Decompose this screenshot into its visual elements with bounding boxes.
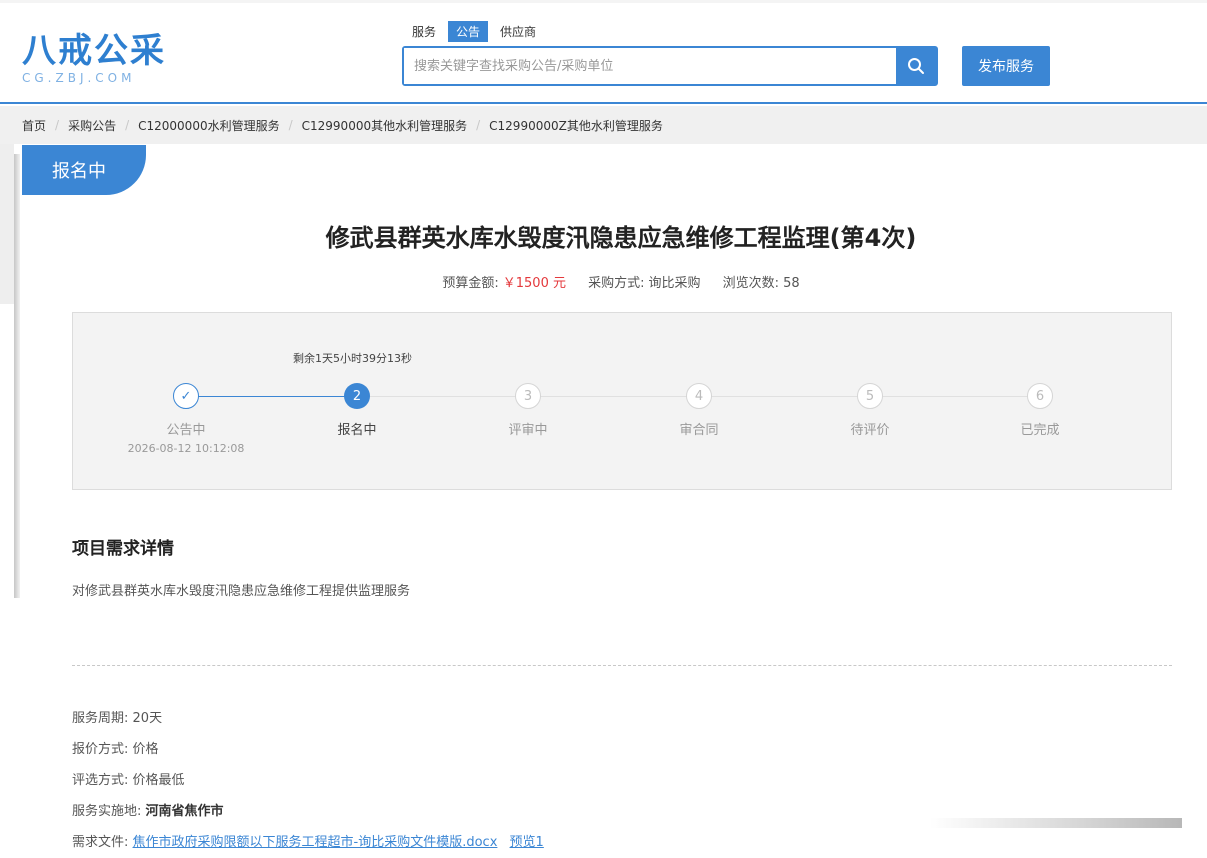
info-value: 价格最低: [132, 773, 185, 788]
quote-method: 报价方式: 价格: [72, 738, 159, 757]
method-label: 采购方式:: [588, 276, 645, 291]
step-label: 待评价: [850, 423, 890, 438]
step-number: 6: [1027, 383, 1053, 409]
site-logo[interactable]: 八戒公采 CG.ZBJ.COM: [22, 33, 166, 85]
breadcrumb-separator: /: [288, 118, 293, 132]
step-completed: 6 已完成: [980, 383, 1100, 438]
views-value: 58: [783, 276, 800, 291]
breadcrumb: 首页 / 采购公告 / C12000000水利管理服务 / C12990000其…: [0, 106, 1207, 144]
search-box: [402, 46, 938, 86]
step-announcement: ✓ 公告中 2026-08-12 10:12:08: [126, 383, 246, 455]
logo-subtext: CG.ZBJ.COM: [22, 71, 136, 85]
views-label: 浏览次数:: [722, 276, 780, 291]
info-label: 服务实施地:: [72, 804, 142, 819]
step-review: 3 评审中: [468, 383, 588, 438]
info-label: 服务周期:: [72, 711, 129, 726]
step-label: 评审中: [508, 423, 548, 438]
info-value: 河南省焦作市: [145, 804, 224, 819]
info-value: 20天: [132, 711, 163, 726]
breadcrumb-category-1[interactable]: C12000000水利管理服务: [138, 117, 279, 134]
service-period: 服务周期: 20天: [72, 707, 162, 726]
breadcrumb-home[interactable]: 首页: [22, 117, 46, 134]
step-evaluation: 5 待评价: [810, 383, 930, 438]
site-header: 八戒公采 CG.ZBJ.COM 服务 公告 供应商 发布服务: [0, 0, 1207, 104]
divider: [72, 665, 1172, 666]
procurement-method: 采购方式: 询比采购: [588, 276, 700, 291]
breadcrumb-separator: /: [55, 118, 60, 132]
selection-method: 评选方式: 价格最低: [72, 769, 185, 788]
progress-panel: 剩余1天5小时39分13秒 ✓ 公告中 2026-08-12 10:12:08 …: [72, 312, 1172, 490]
service-location: 服务实施地: 河南省焦作市: [72, 800, 224, 819]
view-count: 浏览次数: 58: [723, 276, 800, 291]
project-description: 对修武县群英水库水毁度汛隐患应急维修工程提供监理服务: [72, 584, 411, 599]
step-done-icon: ✓: [173, 383, 199, 409]
search-icon: [908, 58, 924, 74]
step-number: 3: [515, 383, 541, 409]
countdown-text: 剩余1天5小时39分13秒: [293, 352, 412, 365]
breadcrumb-separator: /: [476, 118, 481, 132]
tab-announcement[interactable]: 公告: [448, 21, 489, 42]
info-value: 价格: [132, 742, 159, 757]
budget-label: 预算金额:: [442, 276, 499, 291]
page-title: 修武县群英水库水毁度汛隐患应急维修工程监理(第4次): [325, 224, 917, 252]
section-title: 项目需求详情: [72, 539, 174, 559]
tab-supplier[interactable]: 供应商: [492, 21, 544, 42]
step-label: 审合同: [679, 423, 719, 438]
search-tabs: 服务 公告 供应商: [404, 21, 548, 42]
search-button[interactable]: [896, 48, 936, 84]
breadcrumb-category-2[interactable]: C12990000其他水利管理服务: [302, 117, 467, 134]
step-number: 5: [857, 383, 883, 409]
budget: 预算金额: ￥1500 元: [442, 276, 566, 291]
step-label: 公告中: [166, 423, 206, 438]
requirement-file: 需求文件: 焦作市政府采购限额以下服务工程超市-询比采购文件模版.docx 预览…: [72, 831, 544, 850]
step-number: 2: [344, 383, 370, 409]
step-date: 2026-08-12 10:12:08: [127, 442, 245, 455]
status-badge: 报名中: [22, 145, 146, 195]
tab-service[interactable]: 服务: [404, 21, 444, 42]
logo-text: 八戒公采: [22, 31, 166, 71]
bottom-artifact: [930, 818, 1182, 828]
breadcrumb-announcements[interactable]: 采购公告: [68, 117, 116, 134]
breadcrumb-separator: /: [125, 118, 130, 132]
file-preview-link[interactable]: 预览1: [510, 835, 544, 850]
budget-value: ￥1500 元: [502, 276, 566, 291]
step-number: 4: [686, 383, 712, 409]
step-label: 报名中: [337, 423, 377, 438]
info-label: 评选方式:: [72, 773, 129, 788]
info-label: 需求文件:: [72, 835, 129, 850]
project-meta: 预算金额: ￥1500 元 采购方式: 询比采购 浏览次数: 58: [0, 272, 1207, 291]
info-label: 报价方式:: [72, 742, 129, 757]
file-download-link[interactable]: 焦作市政府采购限额以下服务工程超市-询比采购文件模版.docx: [133, 835, 498, 850]
publish-service-button[interactable]: 发布服务: [962, 46, 1050, 86]
step-registration: 2 报名中: [297, 383, 417, 438]
step-contract: 4 审合同: [639, 383, 759, 438]
step-label: 已完成: [1020, 423, 1060, 438]
search-input[interactable]: [404, 48, 896, 84]
breadcrumb-category-3[interactable]: C12990000Z其他水利管理服务: [489, 117, 663, 134]
method-value: 询比采购: [648, 276, 701, 291]
